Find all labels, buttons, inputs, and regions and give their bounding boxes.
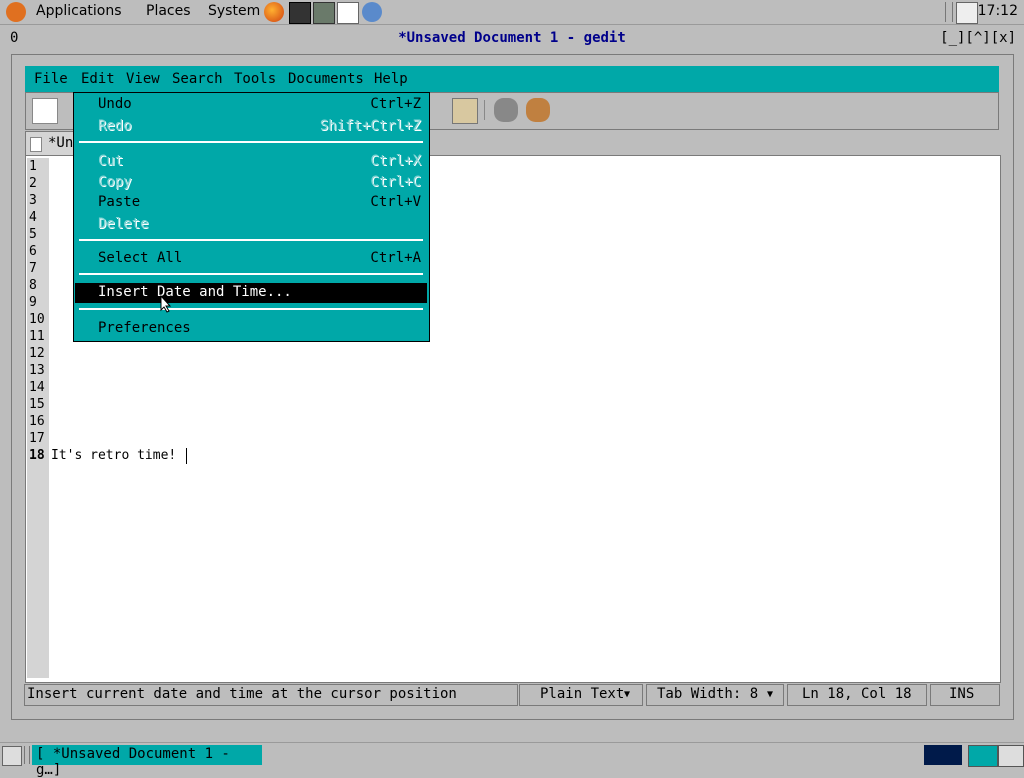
menu-tools[interactable]: Tools xyxy=(234,71,276,87)
line-number: 4 xyxy=(29,210,37,225)
menu-separator xyxy=(79,308,423,310)
line-number: 17 xyxy=(29,431,45,446)
mouse-pointer-icon xyxy=(160,295,172,313)
menu-item-preferences[interactable]: Preferences xyxy=(75,319,427,339)
menu-separator xyxy=(79,273,423,275)
line-number: 3 xyxy=(29,193,37,208)
chevron-down-icon: ▼ xyxy=(767,689,774,700)
line-number: 9 xyxy=(29,295,37,310)
tab-width-selector[interactable]: Tab Width: 8 ▼ xyxy=(646,684,784,706)
language-selector[interactable]: Plain Text ▼ xyxy=(519,684,643,706)
window-title: *Unsaved Document 1 - gedit xyxy=(398,30,626,46)
menu-item-copy: Copy Ctrl+C xyxy=(98,174,421,190)
window-controls[interactable]: [_][^][x] xyxy=(940,30,1016,46)
workspace-switcher-icon[interactable] xyxy=(968,745,998,767)
line-number: 8 xyxy=(29,278,37,293)
panel-handle xyxy=(24,746,30,764)
menu-separator xyxy=(79,239,423,241)
line-number: 10 xyxy=(29,312,45,327)
menu-separator xyxy=(79,141,423,143)
system-monitor-icon[interactable] xyxy=(924,745,962,765)
document-icon xyxy=(30,137,42,152)
line-number: 12 xyxy=(29,346,45,361)
chevron-down-icon: ▼ xyxy=(624,689,631,700)
line-number: 2 xyxy=(29,176,37,191)
applications-menu[interactable]: Applications xyxy=(36,3,122,19)
line-number: 18 xyxy=(29,448,45,463)
line-number: 16 xyxy=(29,414,45,429)
line-number: 5 xyxy=(29,227,37,242)
menu-file[interactable]: File xyxy=(34,71,68,87)
workspace-switcher-icon[interactable] xyxy=(998,745,1024,767)
cursor-position: Ln 18, Col 18 xyxy=(787,684,927,706)
menu-search[interactable]: Search xyxy=(172,71,223,87)
panel-handle xyxy=(945,2,953,22)
firefox-icon[interactable] xyxy=(264,2,284,22)
line-number: 13 xyxy=(29,363,45,378)
menu-item-paste[interactable]: Paste Ctrl+V xyxy=(75,193,427,213)
calculator-icon[interactable] xyxy=(313,2,335,24)
places-menu[interactable]: Places xyxy=(146,3,191,19)
menu-item-redo: Redo Shift+Ctrl+Z xyxy=(98,118,421,134)
menu-view[interactable]: View xyxy=(126,71,160,87)
toolbar-separator xyxy=(484,100,485,120)
text-line-18[interactable]: It's retro time! xyxy=(51,448,176,463)
terminal-icon[interactable] xyxy=(289,2,311,24)
line-number: 7 xyxy=(29,261,37,276)
menu-edit[interactable]: Edit xyxy=(81,71,115,87)
network-status-icon[interactable] xyxy=(956,2,978,24)
network-icon[interactable] xyxy=(362,2,382,22)
line-number: 15 xyxy=(29,397,45,412)
tab-label: *Un xyxy=(48,135,74,151)
menu-item-insert-date-time[interactable]: Insert Date and Time... xyxy=(75,283,427,303)
line-number: 11 xyxy=(29,329,45,344)
text-cursor xyxy=(186,448,187,464)
paste-icon[interactable] xyxy=(452,98,478,124)
line-number: 1 xyxy=(29,159,37,174)
find-replace-icon[interactable] xyxy=(526,98,550,122)
insert-mode: INS xyxy=(930,684,1000,706)
menu-item-cut: Cut Ctrl+X xyxy=(98,153,421,169)
line-number: 14 xyxy=(29,380,45,395)
ubuntu-logo-icon[interactable] xyxy=(6,2,26,22)
new-document-icon[interactable] xyxy=(32,98,58,124)
find-icon[interactable] xyxy=(494,98,518,122)
show-desktop-icon[interactable] xyxy=(2,746,22,766)
line-number: 6 xyxy=(29,244,37,259)
clock[interactable]: 17:12 xyxy=(978,3,1018,19)
window-titlebar[interactable]: 0 *Unsaved Document 1 - gedit [_][^][x] xyxy=(0,26,1024,54)
taskbar-window-button[interactable]: [ *Unsaved Document 1 - g…] xyxy=(32,745,262,778)
text-editor-icon[interactable] xyxy=(337,2,359,24)
menu-documents[interactable]: Documents xyxy=(288,71,364,87)
menu-item-delete: Delete xyxy=(98,216,149,232)
menu-help[interactable]: Help xyxy=(374,71,408,87)
status-message: Insert current date and time at the curs… xyxy=(24,684,518,706)
top-panel: Applications Places System 17:12 xyxy=(0,0,1024,25)
menu-item-select-all[interactable]: Select All Ctrl+A xyxy=(75,249,427,269)
system-menu[interactable]: System xyxy=(208,3,260,19)
menu-item-undo[interactable]: Undo Ctrl+Z xyxy=(75,95,427,115)
